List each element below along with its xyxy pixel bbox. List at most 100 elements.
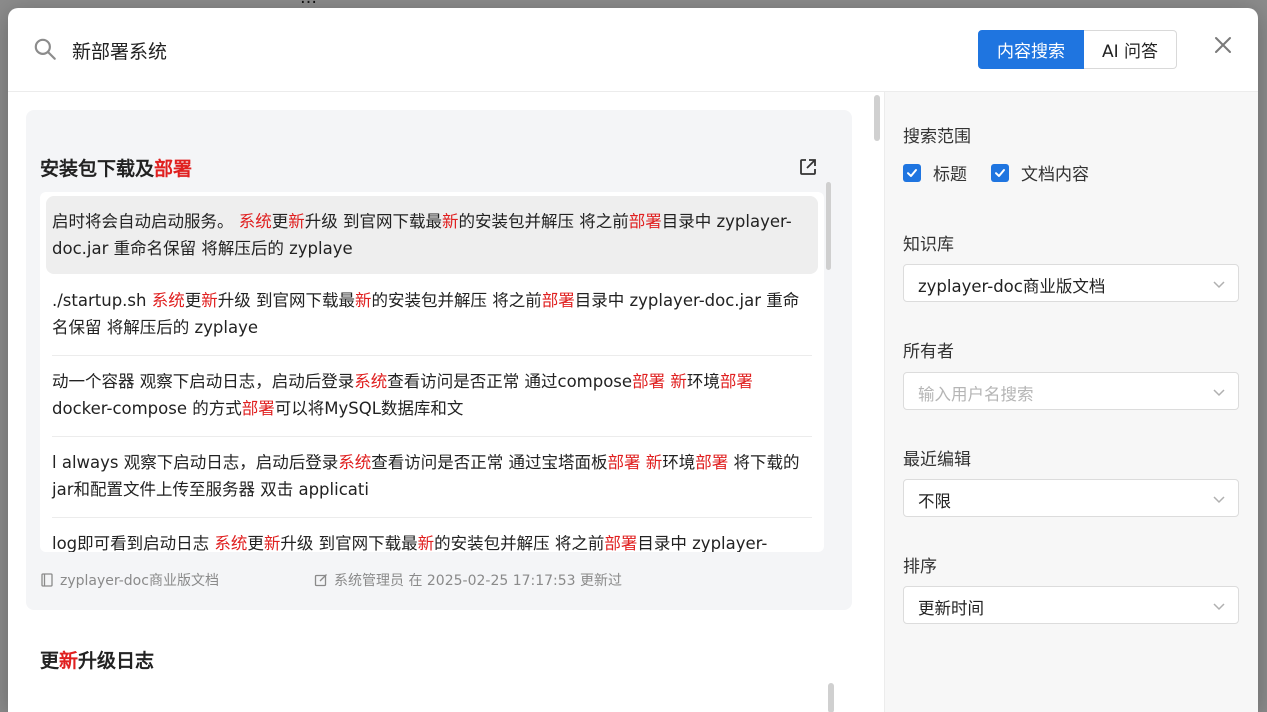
- snippet-text: 启时将会自动启动服务。 系统更新升级 到官网下载最新的安装包并解压 将之前部署目…: [52, 196, 812, 262]
- search-input[interactable]: [72, 32, 892, 68]
- highlight-text: 新: [354, 291, 372, 310]
- text-segment: docker-compose 的方式: [52, 399, 242, 418]
- text-segment: 环境: [662, 453, 696, 472]
- sort-select[interactable]: 更新时间: [903, 586, 1239, 624]
- highlight-text: 系统: [354, 372, 388, 391]
- snippet-item[interactable]: l always 观察下启动日志，启动后登录系统查看访问是否正常 通过宝塔面板部…: [40, 436, 824, 517]
- knowledge-base-select[interactable]: zyplayer-doc商业版文档: [903, 264, 1239, 302]
- text-segment: 的安装包并解压 将之前: [458, 212, 629, 231]
- highlight-text: 新: [417, 534, 435, 552]
- result-card[interactable]: 安装包下载及部署 启时将会自动启动服务。 系统更新升级 到官网下载最新的安装包并…: [26, 110, 852, 610]
- select-value: 不限: [918, 492, 951, 511]
- search-icon: [34, 38, 56, 60]
- highlight-text: 新: [670, 372, 687, 391]
- highlight-text: 部署: [607, 453, 641, 472]
- text-segment: 目录中 zyplayer-: [637, 534, 768, 552]
- search-dialog: 内容搜索 AI 问答 安装包下载及部署 启时将会自动启动服务。 系统更新升级 到…: [8, 8, 1258, 712]
- snippet-item[interactable]: 启时将会自动启动服务。 系统更新升级 到官网下载最新的安装包并解压 将之前部署目…: [46, 196, 818, 274]
- result-scrollbar-2[interactable]: [828, 683, 834, 712]
- highlight-text: 系统: [151, 291, 185, 310]
- search-results: 安装包下载及部署 启时将会自动启动服务。 系统更新升级 到官网下载最新的安装包并…: [8, 92, 884, 712]
- text-segment: 启时将会自动启动服务。: [52, 212, 239, 231]
- result-title[interactable]: 更新升级日志: [40, 646, 154, 673]
- book-icon: [41, 573, 53, 587]
- highlight-text: 部署: [632, 372, 666, 391]
- snippet-item[interactable]: 动一个容器 观察下启动日志，启动后登录系统查看访问是否正常 通过compose部…: [40, 355, 824, 436]
- filter-panel: 搜索范围 标题 文档内容 知识库 zyplayer-doc商业版文档 所有者 输…: [884, 92, 1258, 712]
- owner-label: 所有者: [903, 342, 954, 362]
- select-value: zyplayer-doc商业版文档: [918, 277, 1106, 296]
- edit-icon: [314, 574, 327, 587]
- snippet-text: log即可看到启动日志 系统更新升级 到官网下载最新的安装包并解压 将之前部署目…: [52, 517, 812, 552]
- highlight-text: 部署: [154, 158, 193, 180]
- checkbox-checked-icon: [991, 163, 1009, 182]
- select-value: 更新时间: [918, 599, 984, 618]
- highlight-text: 新: [442, 212, 459, 231]
- highlight-text: 新: [288, 212, 305, 231]
- result-title[interactable]: 安装包下载及部署: [40, 154, 192, 181]
- editor-info-text: 系统管理员 在 2025-02-25 17:17:53 更新过: [334, 573, 623, 589]
- text-segment: 更: [247, 534, 264, 552]
- result-editor-info: 系统管理员 在 2025-02-25 17:17:53 更新过: [314, 570, 622, 590]
- recent-edit-select[interactable]: 不限: [903, 479, 1239, 517]
- scope-label: 搜索范围: [903, 127, 971, 147]
- text-segment: 安装包下载及: [40, 158, 155, 180]
- text-segment: 查看访问是否正常 通过宝塔面板: [371, 453, 608, 472]
- text-segment: 升级日志: [78, 650, 155, 672]
- text-segment: ./startup.sh: [52, 291, 152, 310]
- highlight-text: 部署: [628, 212, 662, 231]
- sort-label: 排序: [903, 557, 937, 577]
- scope-title-checkbox[interactable]: 标题: [903, 160, 967, 185]
- chevron-down-icon: [1213, 281, 1225, 289]
- snippet-list: 启时将会自动启动服务。 系统更新升级 到官网下载最新的安装包并解压 将之前部署目…: [40, 192, 824, 552]
- scope-content-checkbox[interactable]: 文档内容: [991, 160, 1089, 185]
- text-segment: log即可看到启动日志: [52, 534, 215, 552]
- chevron-down-icon: [1213, 603, 1225, 611]
- recent-edit-label: 最近编辑: [903, 450, 971, 470]
- highlight-text: 系统: [238, 212, 272, 231]
- highlight-text: 系统: [214, 534, 248, 552]
- text-segment: 升级 到官网下载最: [217, 291, 355, 310]
- snippet-text: l always 观察下启动日志，启动后登录系统查看访问是否正常 通过宝塔面板部…: [52, 436, 812, 503]
- snippet-item[interactable]: ./startup.sh 系统更新升级 到官网下载最新的安装包并解压 将之前部署…: [40, 274, 824, 355]
- checkbox-checked-icon: [903, 163, 921, 182]
- checkbox-label: 文档内容: [1021, 165, 1089, 185]
- space-name: zyplayer-doc商业版文档: [60, 573, 219, 589]
- text-segment: 更: [40, 650, 60, 672]
- highlight-text: 部署: [695, 453, 729, 472]
- text-segment: 动一个容器 观察下启动日志，启动后登录: [52, 372, 355, 391]
- text-segment: 更: [271, 212, 289, 231]
- text-segment: 查看访问是否正常 通过compose: [387, 372, 633, 391]
- open-external-icon[interactable]: [798, 157, 818, 177]
- knowledge-base-label: 知识库: [903, 235, 954, 255]
- text-segment: 的安装包并解压 将之前: [371, 291, 542, 310]
- search-bar: 内容搜索 AI 问答: [8, 8, 1258, 92]
- content-search-button[interactable]: 内容搜索: [978, 30, 1084, 69]
- highlight-text: 部署: [541, 291, 575, 310]
- highlight-text: 新: [645, 453, 663, 472]
- close-icon[interactable]: [1212, 34, 1234, 56]
- text-segment: 环境: [686, 372, 720, 391]
- search-mode-toggle: 内容搜索 AI 问答: [978, 30, 1178, 69]
- highlight-text: 新: [201, 291, 218, 310]
- owner-placeholder: 输入用户名搜索: [918, 385, 1034, 404]
- ai-qa-button[interactable]: AI 问答: [1084, 30, 1178, 69]
- text-segment: 的安装包并解压 将之前: [434, 534, 605, 552]
- snippet-text: ./startup.sh 系统更新升级 到官网下载最新的安装包并解压 将之前部署…: [52, 274, 812, 341]
- snippet-item[interactable]: log即可看到启动日志 系统更新升级 到官网下载最新的安装包并解压 将之前部署目…: [40, 517, 824, 552]
- text-segment: 升级 到官网下载最: [280, 534, 418, 552]
- highlight-text: 部署: [604, 534, 638, 552]
- chevron-down-icon: [1213, 389, 1225, 397]
- text-segment: 可以将MySQL数据库和文: [274, 399, 464, 418]
- snippet-scrollbar[interactable]: [826, 182, 831, 270]
- snippet-text: 动一个容器 观察下启动日志，启动后登录系统查看访问是否正常 通过compose部…: [52, 355, 812, 422]
- text-segment: 升级 到官网下载最: [304, 212, 442, 231]
- highlight-text: 新: [263, 534, 281, 552]
- highlight-text: 部署: [241, 399, 275, 418]
- results-scrollbar[interactable]: [874, 95, 880, 141]
- owner-select[interactable]: 输入用户名搜索: [903, 372, 1239, 410]
- result-space: zyplayer-doc商业版文档: [40, 570, 219, 590]
- text-segment: l always 观察下启动日志，启动后登录: [52, 453, 339, 472]
- text-segment: 更: [184, 291, 202, 310]
- highlight-text: 新: [59, 650, 79, 672]
